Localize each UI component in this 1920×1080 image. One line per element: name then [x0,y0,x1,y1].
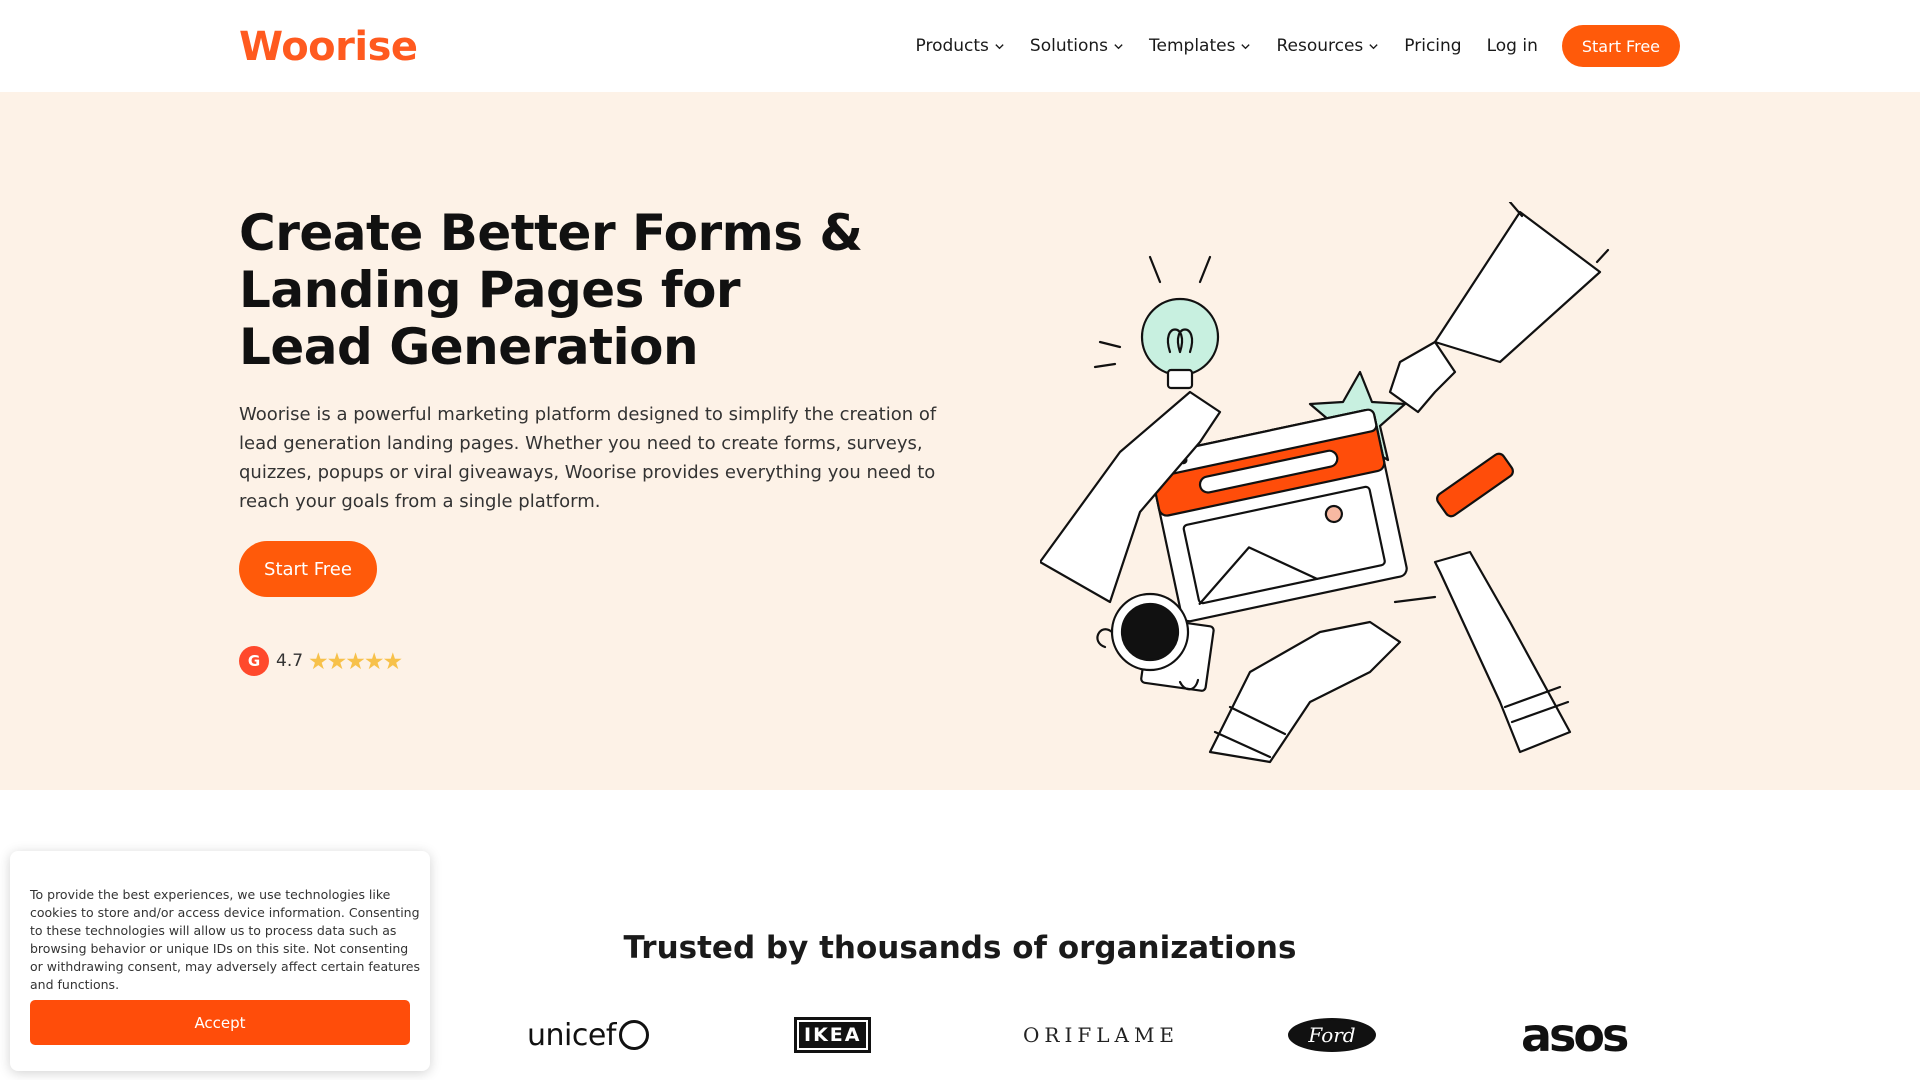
chevron-down-icon [1241,43,1251,49]
chevron-down-icon [1114,43,1123,49]
globe-icon [618,1020,649,1050]
chevron-down-icon [1369,43,1378,49]
asos-logo: asos [1521,1008,1629,1062]
cookie-accept-button[interactable]: Accept [30,1000,410,1045]
rating-stars-icon: ★★★★★ [308,647,403,674]
ikea-logo: IKEA [794,1010,872,1060]
nav-resources[interactable]: Resources [1276,36,1379,56]
hero-start-free-button[interactable]: Start Free [239,541,377,597]
ford-logo: Ford [1288,1010,1376,1060]
woorise-logo[interactable]: Woorise [239,24,418,70]
nav-templates[interactable]: Templates [1149,36,1251,56]
ford-logo-text: Ford [1288,1018,1376,1052]
ikea-logo-text: IKEA [794,1017,872,1053]
oriflame-logo: ORIFLAME [1023,1023,1180,1047]
g2-logo-icon: G [239,646,269,676]
rating-value: 4.7 [276,651,304,671]
chevron-down-icon [995,43,1004,49]
nav-resources-label: Resources [1276,36,1364,56]
cookie-consent-text: To provide the best experiences, we use … [30,887,421,992]
nav-pricing[interactable]: Pricing [1404,36,1461,56]
unicef-logo: unicef [527,1010,649,1060]
hero-title: Create Better Forms & Landing Pages for … [239,204,863,376]
g2-rating[interactable]: G 4.7 ★★★★★ [239,646,403,676]
nav-products[interactable]: Products [916,36,1005,56]
hero-description: Woorise is a powerful marketing platform… [239,404,937,512]
main-nav: Products Solutions Templates Resources P… [891,25,1680,67]
nav-templates-label: Templates [1149,36,1236,56]
nav-products-label: Products [915,36,989,56]
nav-login[interactable]: Log in [1487,36,1538,56]
nav-solutions-label: Solutions [1029,36,1109,56]
site-header: Woorise Products Solutions Templates Res… [0,0,1920,92]
hero-illustration [1040,202,1610,764]
hero-section: Create Better Forms & Landing Pages for … [0,92,1920,790]
unicef-logo-text: unicef [527,1017,616,1053]
header-start-free-button[interactable]: Start Free [1561,25,1680,67]
nav-solutions[interactable]: Solutions [1030,36,1124,56]
cookie-consent-banner: To provide the best experiences, we use … [10,851,430,1071]
